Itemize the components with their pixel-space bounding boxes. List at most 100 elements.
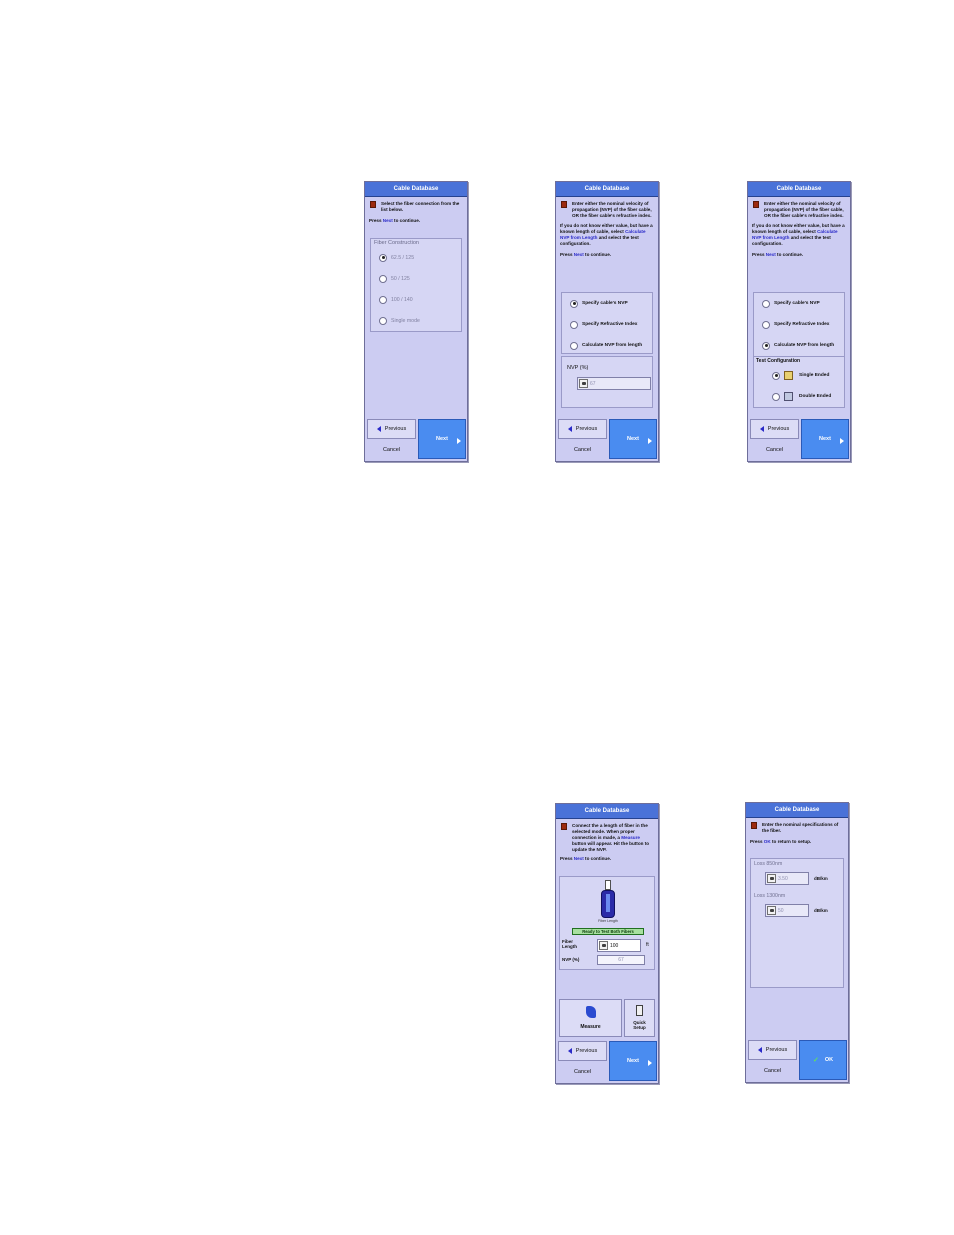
option-calculate-nvp[interactable]: Calculate NVP from length: [562, 335, 652, 356]
cancel-button[interactable]: Cancel: [558, 1062, 607, 1081]
edit-hand-icon[interactable]: [599, 941, 608, 950]
book-icon: [561, 823, 567, 830]
loss-panel: Loss 850nm 3.50 dB/km Loss 1300nm 50 dB/…: [750, 858, 844, 988]
nvp-method-group: Specify cable's NVP Specify Refractive I…: [753, 292, 845, 408]
window-title: Cable Database: [365, 182, 467, 197]
instruction-text: Enter the nominal specifications of the …: [746, 818, 848, 834]
option-50-125[interactable]: 50 / 125: [371, 268, 461, 289]
option-62-5-125[interactable]: 62.5 / 125: [371, 247, 461, 268]
button-bar: Previous Cancel Next: [556, 1041, 658, 1083]
back-arrow-icon: [376, 426, 381, 432]
checkmark-icon: ✓: [812, 1057, 819, 1064]
radio[interactable]: [762, 299, 770, 308]
previous-button[interactable]: Previous: [558, 1041, 607, 1061]
fiber-spool-icon: [601, 880, 615, 918]
back-arrow-icon: [567, 426, 572, 432]
press-hint: Press Next to continue.: [369, 218, 421, 223]
radio-selected[interactable]: [379, 253, 387, 262]
quick-setup-button[interactable]: Quick Setup: [624, 999, 655, 1037]
instruction-text: Enter either the nominal velocity of pro…: [748, 197, 850, 219]
press-hint: Press Next to continue.: [560, 856, 612, 861]
fiber-construction-group: Fiber Construction 62.5 / 125 50 / 125 1…: [370, 238, 462, 332]
window-title: Cable Database: [556, 182, 658, 197]
next-button[interactable]: Next: [609, 419, 657, 459]
previous-button[interactable]: Previous: [558, 419, 607, 439]
next-button[interactable]: Next: [418, 419, 466, 459]
fiber-length-input[interactable]: 100: [597, 939, 641, 952]
press-hint: Press OK to return to setup.: [750, 839, 812, 844]
option-specify-refractive-index[interactable]: Specify Refractive Index: [562, 314, 652, 335]
radio[interactable]: [570, 341, 578, 350]
window-title: Cable Database: [556, 804, 658, 819]
cancel-button[interactable]: Cancel: [750, 440, 799, 459]
loss-850-unit: dB/km: [814, 876, 828, 881]
radio[interactable]: [379, 274, 387, 283]
edit-hand-icon[interactable]: [767, 906, 776, 915]
radio-selected[interactable]: [762, 341, 770, 350]
radio-selected[interactable]: [772, 371, 780, 380]
next-button[interactable]: Next: [801, 419, 849, 459]
press-hint: Press Next to continue.: [560, 252, 612, 257]
instruction-line: Select the fiber connection from the lis…: [381, 201, 460, 212]
measure-button[interactable]: Measure: [559, 999, 622, 1037]
window-title: Cable Database: [748, 182, 850, 197]
instruction-text-2: If you do not know either value, but hav…: [752, 223, 845, 246]
back-arrow-icon: [759, 426, 764, 432]
nvp-label: NVP (%): [567, 365, 589, 371]
ok-button[interactable]: ✓ OK: [799, 1040, 847, 1080]
cancel-button[interactable]: Cancel: [748, 1061, 797, 1080]
radio[interactable]: [762, 320, 770, 329]
screen-calculate-nvp: Cable Database Enter either the nominal …: [747, 181, 851, 462]
option-specify-nvp[interactable]: Specify cable's NVP: [562, 293, 652, 314]
book-icon: [751, 822, 757, 829]
single-ended-icon: [784, 371, 793, 380]
screen-fiber-construction: Cable Database Select the fiber connecti…: [364, 181, 468, 462]
back-arrow-icon: [757, 1047, 762, 1053]
next-arrow-icon: [840, 438, 844, 444]
next-button[interactable]: Next: [609, 1041, 657, 1081]
loss-1300-unit: dB/km: [814, 908, 828, 913]
radio[interactable]: [379, 316, 387, 325]
book-icon: [753, 201, 759, 208]
book-icon: [561, 201, 567, 208]
option-single-mode[interactable]: Single mode: [371, 310, 461, 331]
instruction-text: Select the fiber connection from the lis…: [365, 197, 467, 213]
double-ended-icon: [784, 392, 793, 401]
nvp-label: NVP (%): [562, 957, 580, 962]
next-arrow-icon: [457, 438, 461, 444]
next-arrow-icon: [648, 438, 652, 444]
edit-hand-icon[interactable]: [579, 379, 588, 388]
loss-1300-input[interactable]: 50: [765, 904, 809, 917]
option-100-140[interactable]: 100 / 140: [371, 289, 461, 310]
nvp-input[interactable]: 67: [577, 377, 651, 390]
option-calculate-nvp[interactable]: Calculate NVP from length: [754, 335, 844, 356]
config-double-ended[interactable]: Double Ended: [754, 386, 844, 407]
nvp-readout: 67: [597, 955, 645, 965]
cancel-button[interactable]: Cancel: [367, 440, 416, 459]
edit-hand-icon[interactable]: [767, 874, 776, 883]
loss-850-label: Loss 850nm: [754, 861, 783, 867]
option-specify-refractive-index[interactable]: Specify Refractive Index: [754, 314, 844, 335]
window-title: Cable Database: [746, 803, 848, 818]
nvp-input-group: NVP (%) 67: [561, 356, 653, 408]
instruction-text-2: If you do not know either value, but hav…: [560, 223, 653, 246]
previous-button[interactable]: Previous: [748, 1040, 797, 1060]
button-bar: Previous Cancel Next: [748, 419, 850, 461]
loss-850-input[interactable]: 3.50: [765, 872, 809, 885]
screen-fiber-loss: Cable Database Enter the nominal specifi…: [745, 802, 849, 1083]
cancel-button[interactable]: Cancel: [558, 440, 607, 459]
back-arrow-icon: [567, 1048, 572, 1054]
radio[interactable]: [570, 320, 578, 329]
button-bar: Previous Cancel Next: [365, 419, 467, 461]
option-specify-nvp[interactable]: Specify cable's NVP: [754, 293, 844, 314]
previous-button[interactable]: Previous: [367, 419, 416, 439]
measure-icon: [586, 1006, 596, 1018]
next-arrow-icon: [648, 1060, 652, 1066]
radio[interactable]: [772, 392, 780, 401]
radio-selected[interactable]: [570, 299, 578, 308]
book-icon: [370, 201, 376, 208]
previous-button[interactable]: Previous: [750, 419, 799, 439]
button-bar: Previous Cancel Next: [556, 419, 658, 461]
radio[interactable]: [379, 295, 387, 304]
config-single-ended[interactable]: Single Ended: [754, 365, 844, 386]
